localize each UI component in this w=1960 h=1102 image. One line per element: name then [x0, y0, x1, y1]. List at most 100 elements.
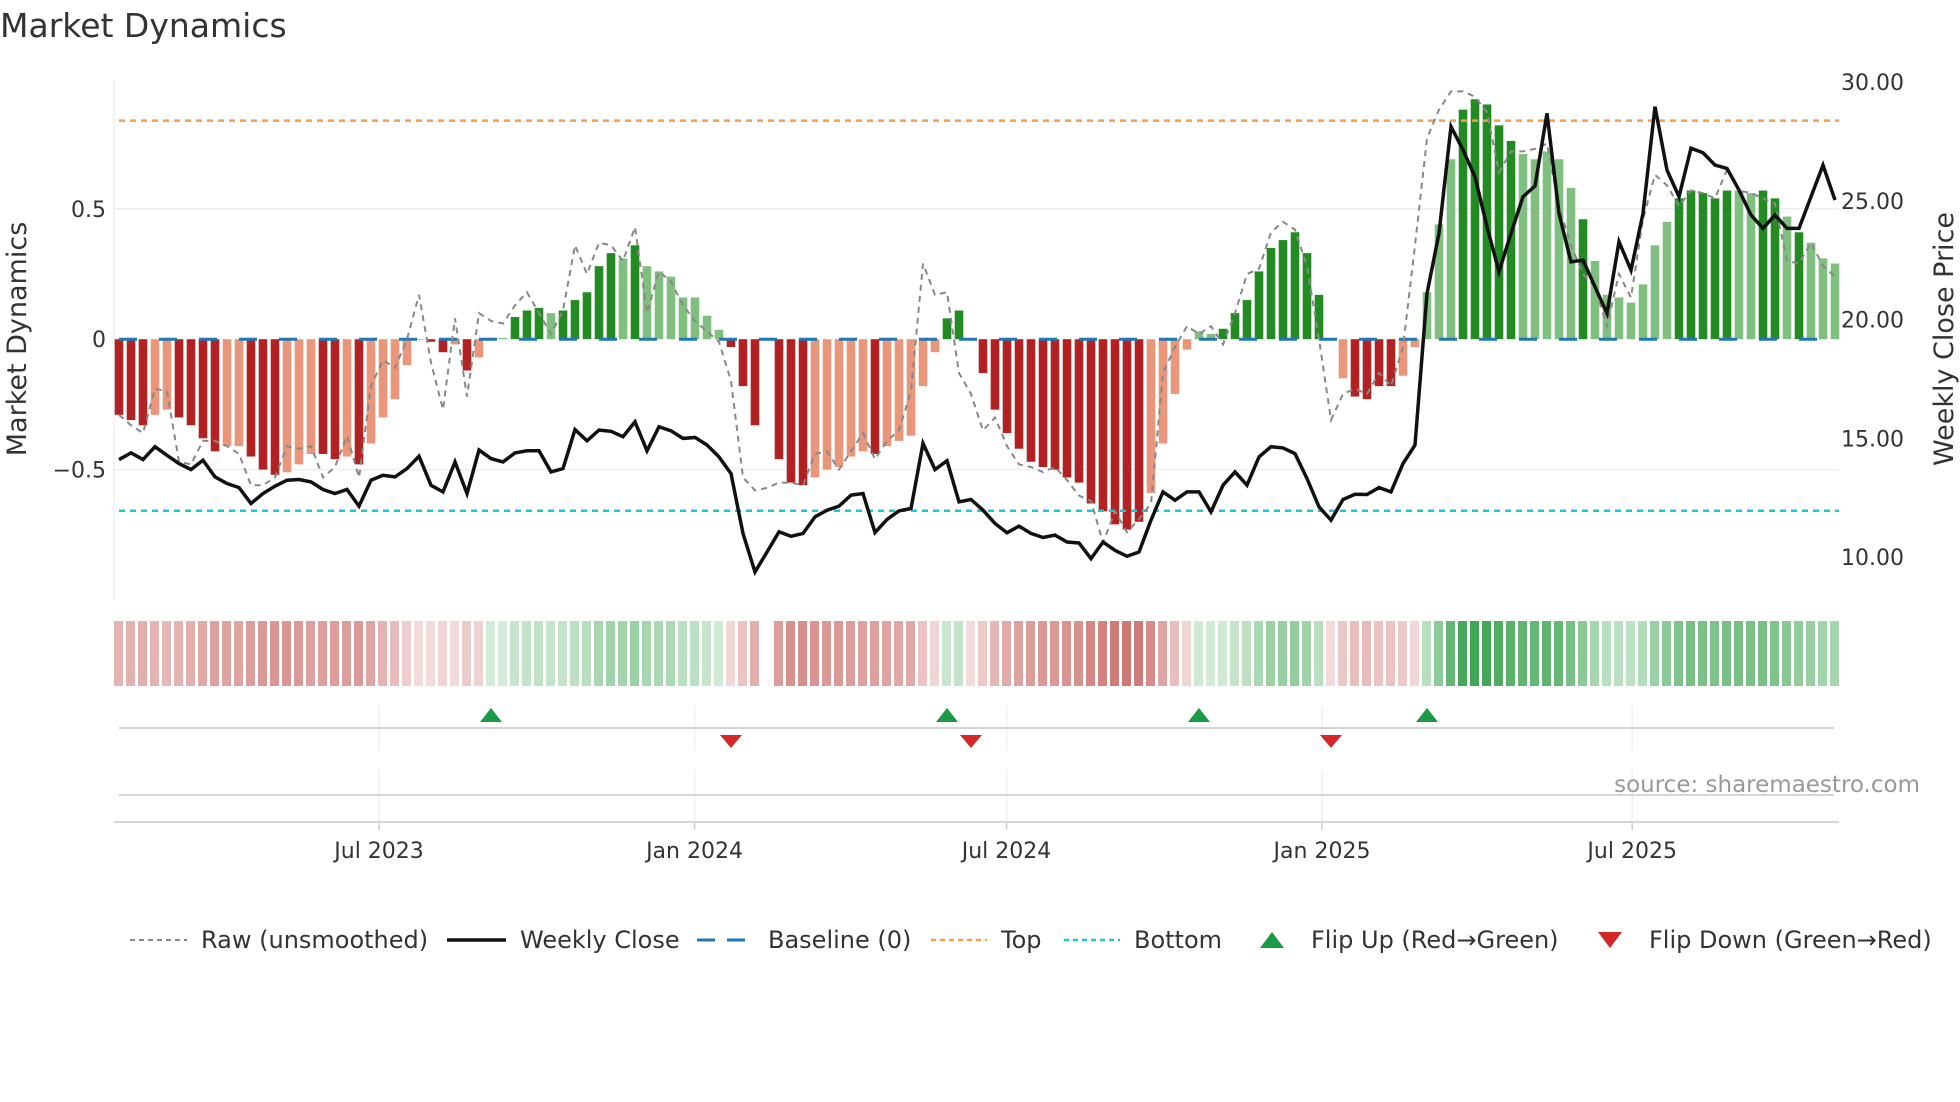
legend-swatch-raw	[130, 939, 187, 941]
heat-cell	[978, 621, 987, 686]
heat-cell	[1746, 621, 1755, 686]
heat-cell	[1638, 621, 1647, 686]
dynamics-bar	[1242, 300, 1252, 340]
heat-cell	[606, 621, 615, 686]
dynamics-bar	[786, 339, 796, 483]
heat-cell	[1146, 621, 1155, 686]
heat-cell	[522, 621, 531, 686]
flip-down-marker	[960, 735, 982, 748]
heat-cell	[1734, 621, 1743, 686]
dynamics-bar	[642, 266, 652, 340]
dynamics-bar	[438, 339, 448, 353]
heat-cell	[1566, 621, 1575, 686]
heat-cell	[1302, 621, 1311, 686]
dynamics-bar	[918, 339, 928, 387]
heat-cell	[1710, 621, 1719, 686]
dynamics-bar	[594, 266, 604, 340]
heat-cell	[126, 621, 135, 686]
dynamics-bar	[1470, 99, 1480, 340]
heat-cell	[1338, 621, 1347, 686]
legend-item-flip-down: Flip Down (Green→Red)	[1597, 922, 1932, 958]
legend-item-bottom: Bottom	[1064, 922, 1222, 958]
heat-cell	[1758, 621, 1767, 686]
dynamics-bar	[330, 339, 340, 460]
dynamics-bar	[846, 339, 856, 457]
legend-label: Raw (unsmoothed)	[201, 926, 429, 954]
heat-cell	[1374, 621, 1383, 686]
dynamics-bar	[1158, 339, 1168, 444]
dynamics-bar	[942, 318, 952, 340]
y-axis-label-left: Market Dynamics	[2, 222, 33, 457]
heat-cell	[198, 621, 207, 686]
legend-label: Weekly Close	[520, 926, 680, 954]
heat-cell	[1722, 621, 1731, 686]
dynamics-bar	[462, 339, 472, 371]
dynamics-bar	[378, 339, 388, 418]
triangle-down-icon	[1598, 932, 1622, 948]
heat-cell	[738, 621, 747, 686]
heat-cell	[822, 621, 831, 686]
legend: Raw (unsmoothed) Weekly Close Baseline (…	[0, 922, 1960, 958]
flip-up-marker	[1188, 708, 1210, 722]
dynamics-bar	[750, 339, 760, 426]
heat-cell	[1026, 621, 1035, 686]
legend-label: Flip Up (Red→Green)	[1311, 926, 1559, 954]
dynamics-bar	[1002, 339, 1012, 434]
dynamics-bar	[1122, 339, 1132, 530]
heat-cell	[918, 621, 927, 686]
heat-cell	[894, 621, 903, 686]
flip-down-marker	[1320, 735, 1342, 748]
dynamics-bar	[870, 339, 880, 454]
heat-cell	[474, 621, 483, 686]
heat-cell	[954, 621, 963, 686]
heat-cell	[246, 621, 255, 686]
source-label: source: sharemaestro.com	[1614, 772, 1920, 798]
heat-cell	[1314, 621, 1323, 686]
dynamics-bar	[318, 339, 328, 454]
dynamics-bar	[1794, 232, 1804, 340]
dynamics-bar	[246, 339, 256, 457]
dynamics-bar	[1266, 247, 1276, 340]
heat-cell	[1398, 621, 1407, 686]
heat-cell	[1098, 621, 1107, 686]
heat-cell	[630, 621, 639, 686]
flip-up-marker	[1416, 708, 1438, 722]
dynamics-bar	[1086, 339, 1096, 504]
heat-cell	[1350, 621, 1359, 686]
dynamics-bar	[1722, 190, 1732, 340]
dynamics-bar	[1518, 154, 1528, 340]
heat-cell	[1470, 621, 1479, 686]
dynamics-bar	[522, 310, 532, 340]
heat-cell	[234, 621, 243, 686]
heat-cell	[678, 621, 687, 686]
dynamics-bar	[774, 339, 784, 460]
dynamics-bar	[1650, 245, 1660, 340]
dynamics-bar	[234, 339, 244, 447]
heat-cell	[306, 621, 315, 686]
dynamics-bar	[114, 339, 124, 415]
heat-cell	[1362, 621, 1371, 686]
heat-cell	[1386, 621, 1395, 686]
x-tick-label: Jul 2025	[1585, 839, 1677, 864]
heat-cell	[210, 621, 219, 686]
legend-swatch-bottom	[1064, 938, 1120, 942]
dynamics-bar	[1146, 339, 1156, 494]
heat-cell	[1782, 621, 1791, 686]
heat-cell	[1158, 621, 1167, 686]
y-tick-label-right: 20.00	[1841, 309, 1904, 334]
heat-cell	[810, 621, 819, 686]
dynamics-bar	[210, 339, 220, 452]
heat-cell	[1278, 621, 1287, 686]
heat-cell	[930, 621, 939, 686]
heat-cell	[1266, 621, 1275, 686]
heat-cell	[1578, 621, 1587, 686]
dynamics-bar	[1542, 151, 1552, 340]
dynamics-bar	[1686, 190, 1696, 340]
dynamics-bar	[822, 339, 832, 470]
dynamics-bar	[1098, 339, 1108, 512]
heat-cell	[594, 621, 603, 686]
heat-cell	[1110, 621, 1119, 686]
y-tick-label-left: −0.5	[53, 459, 106, 484]
dynamics-bar	[1254, 271, 1264, 340]
heat-cell	[1086, 621, 1095, 686]
